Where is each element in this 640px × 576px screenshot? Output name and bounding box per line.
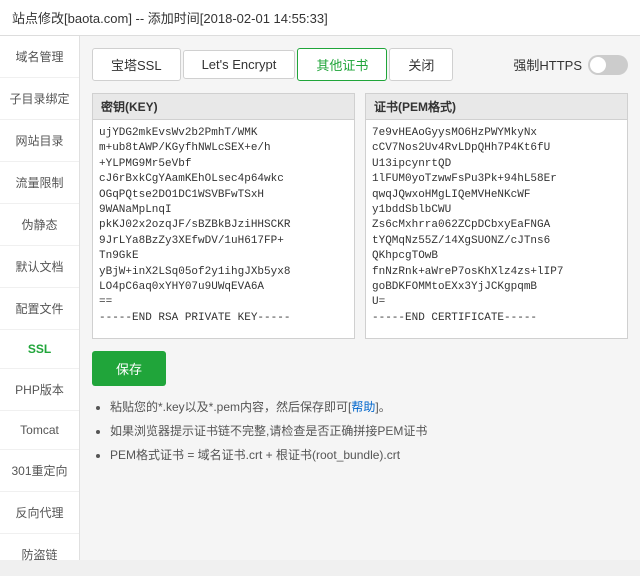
sidebar-item-subdir[interactable]: 子目录绑定 [0,78,79,120]
sidebar-item-default[interactable]: 默认文档 [0,246,79,288]
key-input[interactable] [92,119,355,339]
sidebar-item-static[interactable]: 伪静态 [0,204,79,246]
main-content: 宝塔SSL Let's Encrypt 其他证书 关闭 强制HTTPS 密钥(K… [80,36,640,560]
key-group: 密钥(KEY) [92,93,355,339]
tab-close[interactable]: 关闭 [389,48,453,81]
force-https-toggle[interactable] [588,55,628,75]
cert-label: 证书(PEM格式) [365,93,628,119]
tip-2: 如果浏览器提示证书链不完整,请检查是否正确拼接PEM证书 [110,422,628,440]
force-https-control: 强制HTTPS [513,55,628,75]
cert-input-row: 密钥(KEY) 证书(PEM格式) [92,93,628,339]
key-label: 密钥(KEY) [92,93,355,119]
sidebar-item-php[interactable]: PHP版本 [0,369,79,411]
title-text: 站点修改[baota.com] -- 添加时间[2018-02-01 14:55… [12,8,328,27]
sidebar-item-domain[interactable]: 域名管理 [0,36,79,78]
tip-1: 粘贴您的*.key以及*.pem内容，然后保存即可[帮助]。 [110,398,628,416]
save-button[interactable]: 保存 [92,351,166,386]
tab-lets-encrypt[interactable]: Let's Encrypt [183,50,296,79]
tab-other-cert[interactable]: 其他证书 [297,48,387,81]
sidebar-item-proxy[interactable]: 反向代理 [0,492,79,534]
help-link[interactable]: 帮助 [351,400,375,414]
tips-list: 粘贴您的*.key以及*.pem内容，然后保存即可[帮助]。 如果浏览器提示证书… [92,398,628,464]
cert-group: 证书(PEM格式) [365,93,628,339]
cert-input[interactable] [365,119,628,339]
sidebar-item-ssl[interactable]: SSL [0,330,79,369]
title-bar: 站点修改[baota.com] -- 添加时间[2018-02-01 14:55… [0,0,640,36]
sidebar-item-config[interactable]: 配置文件 [0,288,79,330]
sidebar-item-redirect[interactable]: 301重定向 [0,450,79,492]
sidebar-item-traffic[interactable]: 流量限制 [0,162,79,204]
force-https-label: 强制HTTPS [513,55,582,74]
tab-baota-ssl[interactable]: 宝塔SSL [92,48,181,81]
tabs-row: 宝塔SSL Let's Encrypt 其他证书 关闭 强制HTTPS [92,48,628,81]
sidebar-item-sitelist[interactable]: 网站目录 [0,120,79,162]
sidebar-item-tomcat[interactable]: Tomcat [0,411,79,450]
tip-3: PEM格式证书 = 域名证书.crt + 根证书(root_bundle).cr… [110,446,628,464]
sidebar-item-hotlink[interactable]: 防盗链 [0,534,79,576]
sidebar: 域名管理 子目录绑定 网站目录 流量限制 伪静态 默认文档 配置文件 SSL P… [0,36,80,560]
